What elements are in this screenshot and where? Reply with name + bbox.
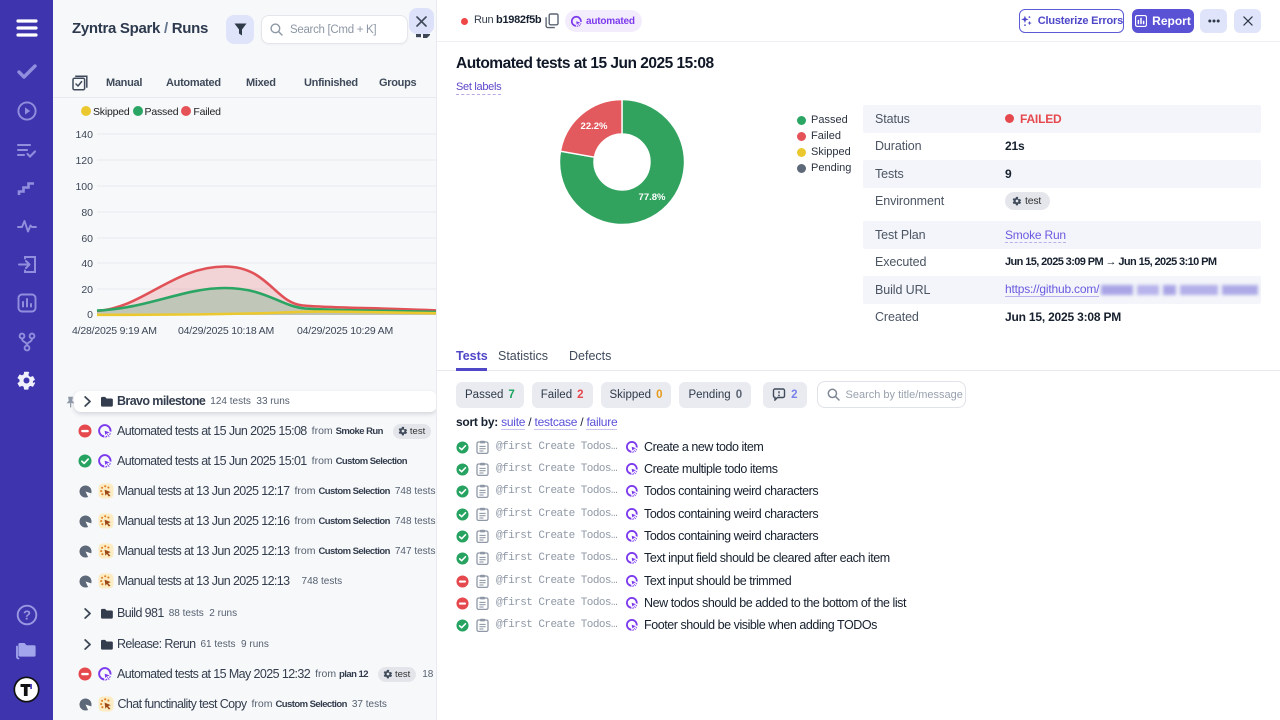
- svg-text:120: 120: [75, 155, 93, 167]
- svg-text:?: ?: [23, 608, 31, 623]
- svg-text:77.8%: 77.8%: [639, 192, 666, 203]
- svg-text:80: 80: [81, 207, 93, 219]
- svg-text:40: 40: [81, 258, 93, 270]
- svg-text:20: 20: [81, 284, 93, 296]
- svg-text:60: 60: [81, 233, 93, 245]
- svg-text:140: 140: [75, 129, 93, 141]
- svg-text:22.2%: 22.2%: [581, 121, 608, 132]
- svg-text:0: 0: [87, 309, 93, 321]
- svg-text:100: 100: [75, 181, 93, 193]
